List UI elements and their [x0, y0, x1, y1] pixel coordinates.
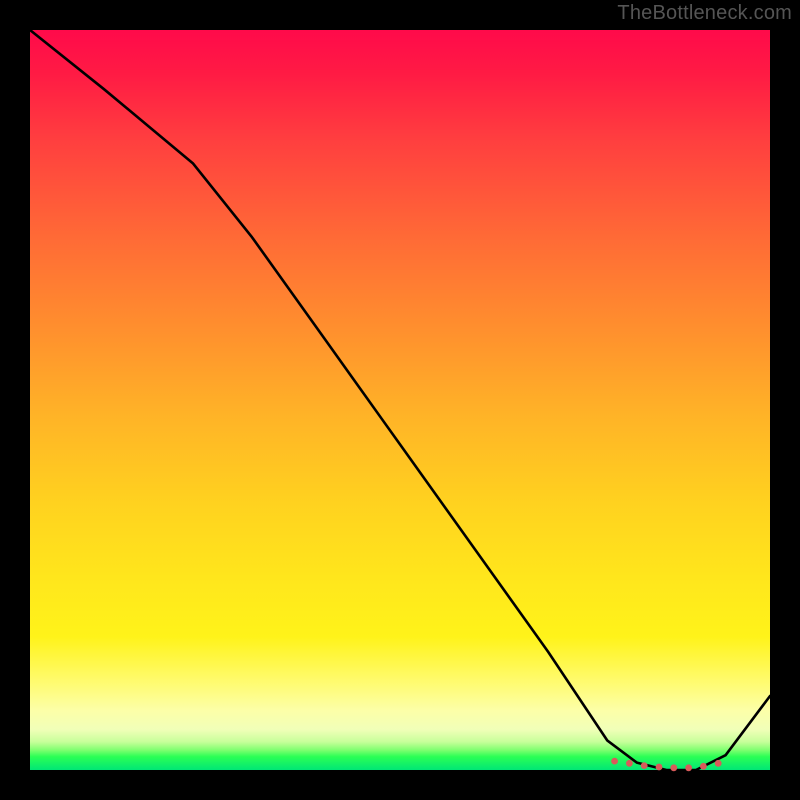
optimal-marker — [715, 760, 722, 767]
optimal-marker — [700, 763, 707, 770]
watermark-text: TheBottleneck.com — [617, 2, 792, 25]
bottleneck-curve-line — [30, 30, 770, 770]
optimal-marker — [611, 758, 618, 765]
chart-container: TheBottleneck.com — [0, 0, 800, 800]
optimal-marker — [656, 764, 663, 771]
optimal-marker — [641, 762, 648, 769]
chart-overlay-svg — [30, 30, 770, 770]
optimal-marker — [685, 764, 692, 771]
optimal-marker — [670, 764, 677, 771]
optimal-marker — [626, 760, 633, 767]
